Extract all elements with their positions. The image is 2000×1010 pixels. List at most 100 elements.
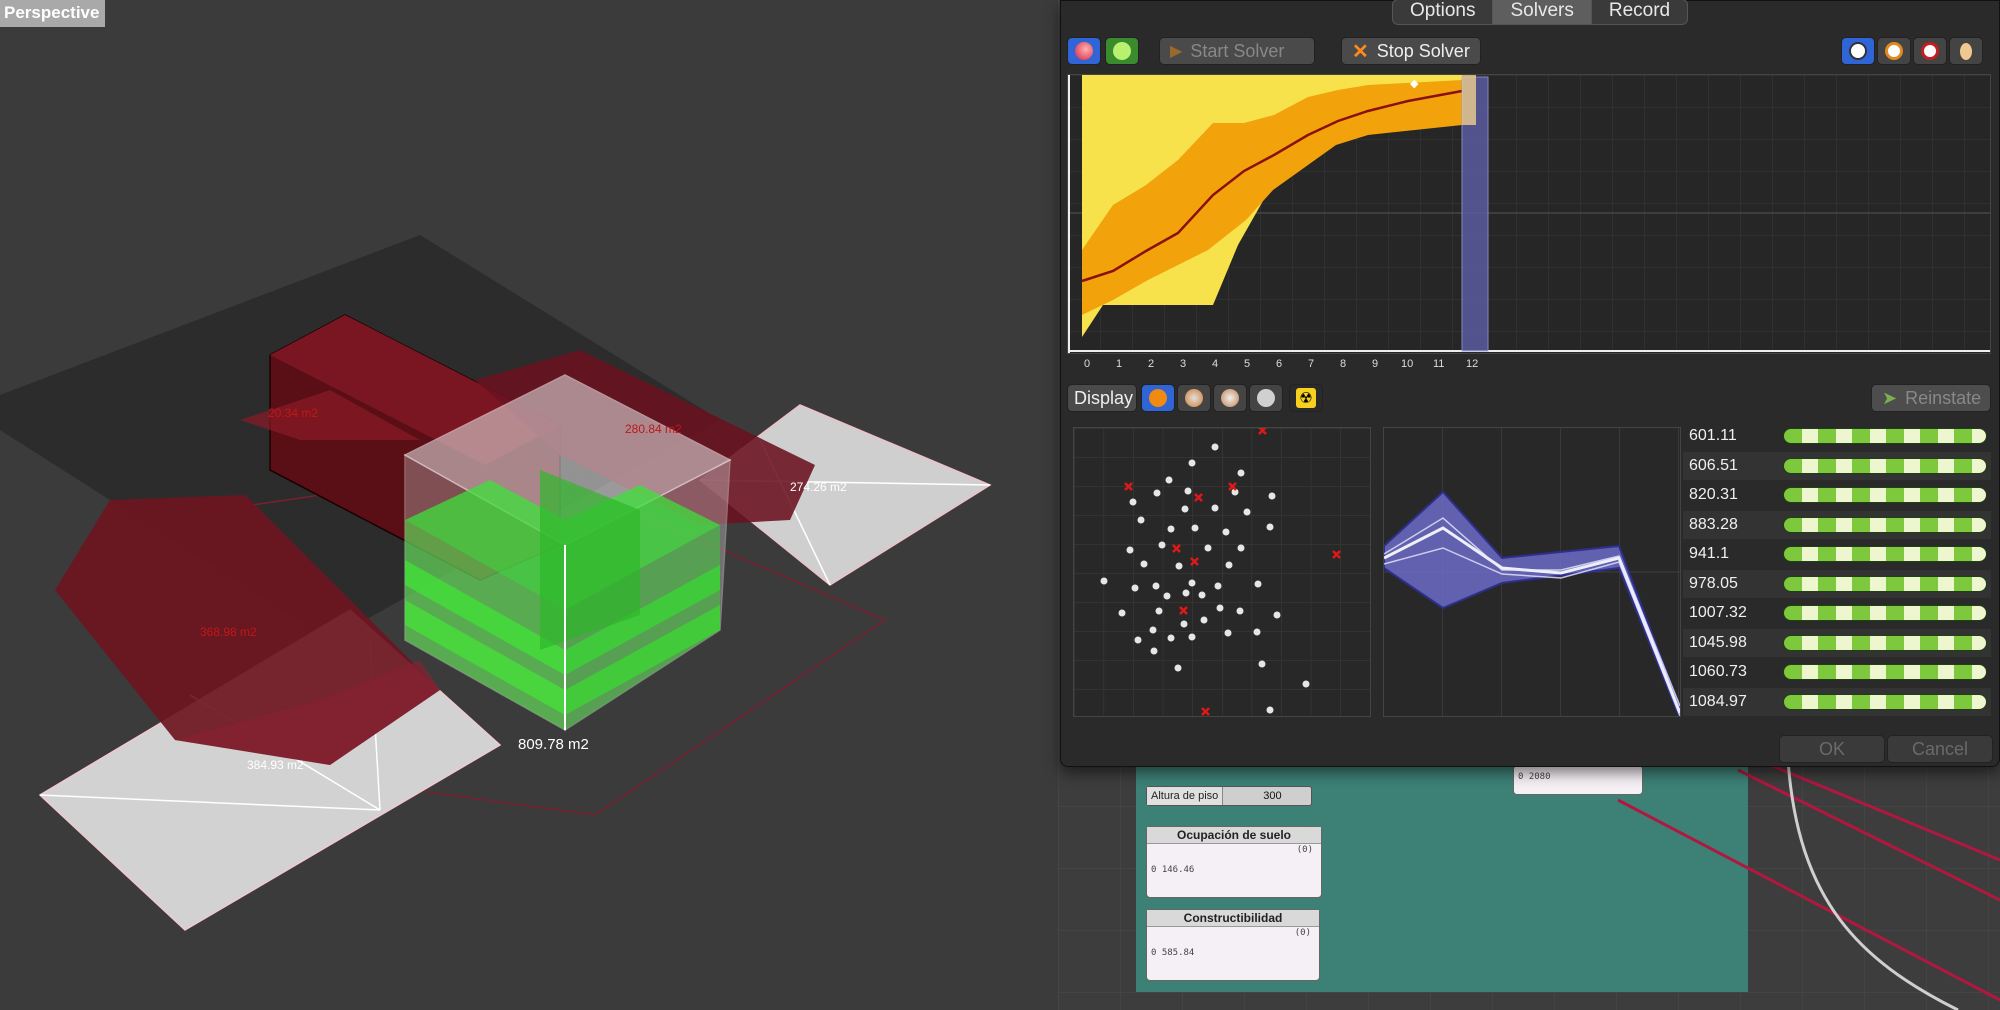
small-node-value: 0 2080 xyxy=(1518,772,1551,782)
stop-icon: ✕ xyxy=(1352,40,1369,63)
perspective-viewport[interactable]: Perspective 809.78 m2 274.26 m2 384.93 m… xyxy=(0,0,1058,1010)
fitness-value: 978.05 xyxy=(1689,574,1738,592)
area-label-right: 274.26 m2 xyxy=(790,480,847,494)
reinstate-button[interactable]: ➤ Reinstate xyxy=(1871,384,1991,412)
similarity-scatter[interactable] xyxy=(1073,426,1371,717)
fitness-target-button[interactable] xyxy=(1913,37,1947,65)
genome-svg xyxy=(1383,428,1682,719)
minimize-icon xyxy=(1885,42,1903,60)
maximize-icon xyxy=(1849,42,1867,60)
orange-grey-dot-icon xyxy=(1185,389,1203,407)
list-item[interactable]: 1045.98 xyxy=(1683,628,1991,657)
genome-bar xyxy=(1783,693,1987,710)
list-item[interactable]: 883.28 xyxy=(1683,510,1991,539)
fitness-value: 820.31 xyxy=(1689,486,1738,503)
x-tick: 5 xyxy=(1244,358,1251,370)
stop-solver-label: Stop Solver xyxy=(1376,40,1470,61)
stop-solver-button[interactable]: ✕ Stop Solver xyxy=(1341,37,1481,65)
display-label: Display xyxy=(1074,387,1134,408)
area-label-red-c: 368.98 m2 xyxy=(200,625,257,639)
fitness-minimize-button[interactable] xyxy=(1877,37,1911,65)
display-mode-3-button[interactable] xyxy=(1213,384,1247,412)
node-constructibilidad-value: 0 585.84 xyxy=(1151,948,1195,958)
display-button[interactable]: Display xyxy=(1067,384,1137,412)
list-item[interactable]: 606.51 xyxy=(1683,451,1991,480)
genome-bar xyxy=(1783,428,1987,444)
x-tick: 8 xyxy=(1340,358,1347,370)
genome-bar xyxy=(1783,605,1987,621)
start-solver-label: Start Solver xyxy=(1190,40,1285,61)
fitness-value: 1084.97 xyxy=(1689,692,1747,710)
evolutionary-solver-button[interactable] xyxy=(1067,37,1101,65)
fitness-value: 606.51 xyxy=(1689,456,1738,474)
solver-tabbar: Options Solvers Record xyxy=(1392,0,1689,25)
x-tick: 10 xyxy=(1401,358,1414,370)
list-item[interactable]: 1007.32 xyxy=(1683,599,1991,627)
list-item[interactable]: 941.1 xyxy=(1683,540,1991,568)
node-ocupacion[interactable]: Ocupación de suelo (0) 0 146.46 xyxy=(1146,826,1322,898)
node-constructibilidad-index: (0) xyxy=(1294,928,1311,938)
genome-bar xyxy=(1783,664,1987,680)
list-item[interactable]: 601.11 xyxy=(1683,422,1991,450)
x-tick: 9 xyxy=(1372,358,1379,370)
fitness-graph[interactable]: ◆ 0 1 2 3 4 5 6 7 8 9 10 11 12 xyxy=(1067,74,1991,370)
node-constructibilidad[interactable]: Constructibilidad (0) 0 585.84 xyxy=(1146,909,1320,981)
display-mode-4-button[interactable] xyxy=(1249,384,1283,412)
tab-solvers[interactable]: Solvers xyxy=(1493,0,1592,24)
x-tick: 3 xyxy=(1180,358,1187,370)
slider-altura[interactable]: Altura de piso 300 xyxy=(1146,786,1312,806)
grey-dot-icon xyxy=(1257,389,1275,407)
egg-icon xyxy=(1960,42,1972,60)
scene-3d xyxy=(0,235,992,931)
area-label-red-b: 280.84 m2 xyxy=(625,422,682,436)
slider-value[interactable]: 300 xyxy=(1263,790,1281,802)
display-mode-1-button[interactable] xyxy=(1141,384,1175,412)
genome-bar xyxy=(1783,487,1987,503)
play-icon: ▶ xyxy=(1170,43,1183,60)
fitness-value: 1045.98 xyxy=(1689,633,1747,651)
fitness-egg-button[interactable] xyxy=(1949,37,1983,65)
orange-dot-icon xyxy=(1149,389,1167,407)
annealing-solver-button[interactable] xyxy=(1105,37,1139,65)
fitness-value: 941.1 xyxy=(1689,545,1730,562)
x-tick: 4 xyxy=(1212,358,1219,370)
scatter-svg xyxy=(1074,426,1370,716)
fitness-values-list[interactable]: 601.11 606.51 820.31 883.28 941.1 978.05… xyxy=(1683,422,1993,722)
x-tick: 6 xyxy=(1276,358,1283,370)
slider-label: Altura de piso xyxy=(1147,787,1224,805)
genome-bar xyxy=(1783,457,1987,474)
display-mode-2-button[interactable] xyxy=(1177,384,1211,412)
fitness-graph-svg: ◆ xyxy=(1068,75,1990,353)
genome-bar xyxy=(1783,516,1987,533)
start-solver-button[interactable]: ▶ Start Solver xyxy=(1159,37,1315,65)
x-tick: 2 xyxy=(1148,358,1155,370)
reinstate-label: Reinstate xyxy=(1905,387,1982,408)
genome-bar xyxy=(1783,575,1987,592)
viewport-label[interactable]: Perspective xyxy=(0,0,106,27)
area-label-bottom-left: 384.93 m2 xyxy=(247,758,304,772)
genome-graph[interactable] xyxy=(1383,427,1682,719)
tab-options[interactable]: Options xyxy=(1393,0,1494,24)
list-item[interactable]: 1084.97 xyxy=(1683,687,1991,716)
ok-button[interactable]: OK xyxy=(1779,735,1885,763)
fitness-value: 1007.32 xyxy=(1689,604,1747,621)
radiation-icon: ☢ xyxy=(1296,388,1316,408)
target-icon xyxy=(1921,42,1939,60)
fitness-value: 601.11 xyxy=(1689,427,1737,444)
evolution-icon xyxy=(1075,42,1093,60)
list-item[interactable]: 978.05 xyxy=(1683,569,1991,598)
cancel-button[interactable]: Cancel xyxy=(1887,735,1993,763)
genome-bar xyxy=(1783,546,1987,562)
small-node[interactable]: 0 2080 xyxy=(1513,765,1643,795)
node-constructibilidad-title: Constructibilidad xyxy=(1147,910,1319,927)
radiation-button[interactable]: ☢ xyxy=(1289,384,1323,412)
fitness-value: 1060.73 xyxy=(1689,663,1747,680)
list-item[interactable]: 1060.73 xyxy=(1683,658,1991,686)
tab-record[interactable]: Record xyxy=(1592,0,1687,24)
node-ocupacion-title: Ocupación de suelo xyxy=(1147,827,1321,844)
fitness-value: 883.28 xyxy=(1689,515,1738,533)
area-label-main: 809.78 m2 xyxy=(518,736,589,753)
fitness-maximize-button[interactable] xyxy=(1841,37,1875,65)
area-label-red-a: 20.34 m2 xyxy=(268,406,319,420)
list-item[interactable]: 820.31 xyxy=(1683,481,1991,509)
